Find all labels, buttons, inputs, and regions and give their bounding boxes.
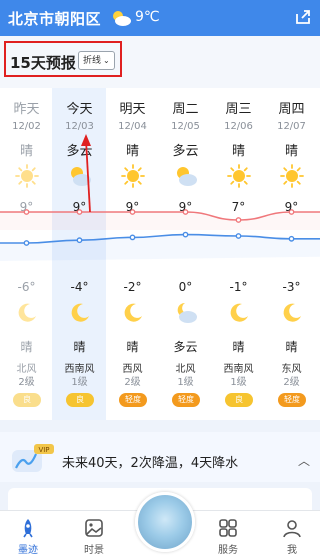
user-icon (283, 520, 301, 538)
photo-icon (85, 519, 103, 537)
chevron-up-icon[interactable]: ︿ (298, 452, 310, 469)
rocket-icon (23, 519, 33, 538)
nav-label-shijing: 时景 (84, 545, 104, 556)
vip-badge: VIP (38, 446, 49, 454)
section-divider (0, 420, 320, 432)
nav-label-me: 我 (287, 545, 297, 556)
nav-shijing[interactable]: 时景 (74, 517, 114, 556)
grid-icon (219, 519, 237, 537)
vip-trend-icon: VIP (12, 444, 54, 472)
long-forecast-text: 未来40天，2次降温，4天降水 (62, 456, 239, 471)
nav-label-service: 服务 (218, 545, 238, 556)
nav-label-moji: 墨迹 (18, 545, 38, 556)
center-weather-button[interactable] (135, 492, 195, 552)
nav-moji[interactable]: 墨迹 (8, 517, 48, 556)
nav-me[interactable]: 我 (272, 517, 312, 556)
nav-service[interactable]: 服务 (208, 517, 248, 556)
